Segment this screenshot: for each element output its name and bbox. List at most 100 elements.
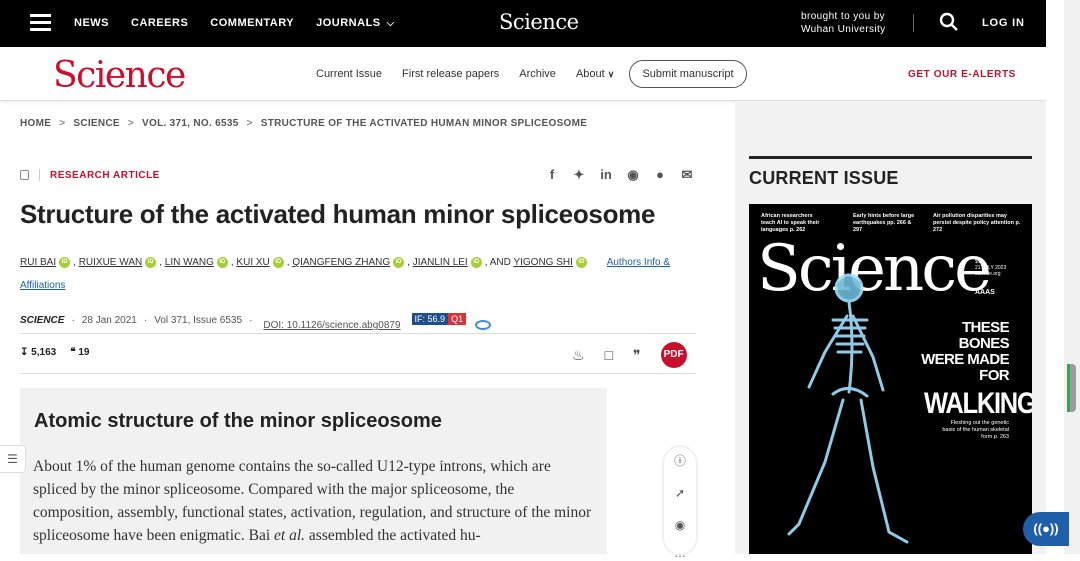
facebook-icon[interactable]: f: [545, 167, 559, 183]
journal-name: SCIENCE: [20, 315, 65, 326]
author-link[interactable]: RUIXUE WAN: [79, 257, 143, 268]
breadcrumb-home[interactable]: HOME: [20, 118, 51, 129]
login-link[interactable]: LOG IN: [982, 17, 1025, 29]
divider: [913, 14, 914, 32]
breadcrumb-article: STRUCTURE OF THE ACTIVATED HUMAN MINOR S…: [260, 118, 588, 129]
breadcrumb: HOME > SCIENCE > VOL. 371, NO. 6535 > STRUC…: [20, 118, 587, 129]
orcid-icon[interactable]: iD: [145, 256, 157, 268]
structured-abstract: Atomic structure of the minor spliceosom…: [20, 388, 607, 554]
brought-line2: Wuhan University: [801, 24, 886, 35]
menu-icon[interactable]: [30, 14, 51, 32]
top-navigation-bar: NEWS CAREERS COMMENTARY JOURNALS ⌵ Scienc…: [0, 0, 1064, 47]
current-issue-heading: CURRENT ISSUE: [749, 168, 899, 188]
search-icon[interactable]: [939, 12, 959, 32]
article-tools: ⓘ ➚ ◉ …: [664, 447, 696, 560]
table-of-contents-icon[interactable]: ☰: [0, 445, 26, 473]
breadcrumb-science[interactable]: SCIENCE: [73, 118, 120, 129]
orcid-icon[interactable]: iD: [272, 256, 284, 268]
author-link[interactable]: KUI XU: [236, 257, 269, 268]
meta-dot: ·: [143, 315, 148, 326]
current-issue-cover[interactable]: African researchers teach AI to speak th…: [749, 204, 1032, 554]
eye-icon[interactable]: ◉: [672, 517, 688, 533]
publication-date: 28 Jan 2021: [81, 315, 137, 326]
affiliations-link[interactable]: Authors Info &: [607, 257, 670, 268]
more-icon[interactable]: …: [672, 545, 688, 561]
scroll-indicator: [1067, 364, 1070, 412]
reddit-icon[interactable]: ◉: [626, 167, 640, 183]
cover-headline-text: Air pollution disparities may persist de…: [933, 213, 1014, 226]
orcid-icon[interactable]: iD: [470, 256, 482, 268]
extension-icon[interactable]: [475, 319, 492, 330]
affiliations-link-cont[interactable]: Affiliations: [20, 280, 65, 291]
nav-careers[interactable]: CAREERS: [131, 17, 188, 29]
nav-news[interactable]: NEWS: [74, 17, 109, 29]
cover-caption-page: p. 263: [993, 434, 1009, 440]
cite-icon[interactable]: ❞: [633, 347, 641, 364]
article-type: RESEARCH ARTICLE: [50, 169, 160, 181]
meta-dot: ·: [249, 315, 253, 326]
author-link[interactable]: JIANLIN LEI: [413, 257, 468, 268]
cover-caption: Fleshing out the genetic basis of the hu…: [939, 420, 1009, 441]
scrollbar[interactable]: [1064, 0, 1080, 554]
orcid-icon[interactable]: iD: [575, 256, 587, 268]
nav-first-release[interactable]: First release papers: [402, 68, 499, 80]
orcid-icon[interactable]: iD: [393, 256, 405, 268]
top-logo[interactable]: Science: [499, 10, 579, 34]
nav-about[interactable]: About ∨: [576, 68, 614, 80]
abstract-text: About 1% of the human genome contains th…: [33, 455, 593, 547]
abstract-text-em: et al.: [274, 527, 306, 544]
e-alerts-link[interactable]: GET OUR E-ALERTS: [908, 69, 1016, 80]
chevron-down-icon: ∨: [607, 69, 615, 79]
info-icon[interactable]: ⓘ: [672, 453, 688, 469]
pdf-icon[interactable]: PDF: [660, 342, 687, 368]
cover-headline: African researchers teach AI to speak th…: [761, 213, 827, 234]
wechat-icon[interactable]: ●: [653, 167, 667, 183]
brought-line1: brought to you by: [801, 11, 886, 22]
listen-audio-icon[interactable]: ((●)): [1023, 512, 1069, 546]
cover-issue-info: $15 21 JULY 2023 science.org: [975, 259, 1006, 277]
nav-archive[interactable]: Archive: [519, 68, 556, 80]
author-link[interactable]: LIN WANG: [165, 257, 214, 268]
issue-info[interactable]: Vol 371, Issue 6535: [154, 315, 242, 326]
article-actions: ♨ □ ❞ PDF: [572, 342, 687, 368]
article-stats: ↧ 5,163 ❝ 19: [20, 347, 90, 358]
linkedin-icon[interactable]: in: [599, 167, 613, 183]
bookmark-icon[interactable]: □: [605, 347, 613, 363]
author-conjunction: , AND: [484, 257, 511, 268]
cover-site: science.org: [975, 271, 1001, 277]
science-logo[interactable]: Science: [53, 55, 186, 96]
share-bar: f ✦ in ◉ ● ✉: [545, 167, 694, 183]
orcid-icon[interactable]: iD: [59, 256, 71, 268]
breadcrumb-separator: >: [127, 118, 135, 129]
nav-journals[interactable]: JOURNALS ⌵: [316, 17, 395, 29]
orcid-icon[interactable]: iD: [216, 256, 228, 268]
metrics-icon[interactable]: ➚: [672, 485, 688, 501]
email-icon[interactable]: ✉: [680, 167, 694, 183]
submit-manuscript-button[interactable]: Submit manuscript: [629, 60, 747, 88]
breadcrumb-volume[interactable]: VOL. 371, NO. 6535: [142, 118, 239, 129]
cover-line: THESE BONES WERE MADE FOR: [921, 319, 1010, 384]
cover-headline-big: WALKING: [924, 387, 1032, 420]
lock-icon: [20, 170, 29, 180]
impact-factor-badge[interactable]: IF: 56.9 Q1: [411, 312, 467, 325]
author-list: RUI BAI iD, RUIXUE WAN iD, LIN WANG iD, KUI…: [20, 256, 671, 291]
twitter-icon[interactable]: ✦: [572, 167, 586, 183]
author-link[interactable]: QIANGFENG ZHANG: [292, 257, 390, 268]
meta-dot: ·: [71, 315, 75, 326]
author-link[interactable]: RUI BAI: [20, 257, 56, 268]
institution-access: brought to you by Wuhan University: [801, 10, 886, 36]
cover-headline: Early hints before large earthquakes pp.…: [853, 213, 915, 234]
doi-link[interactable]: DOI: 10.1126/science.abg0879: [263, 320, 400, 331]
nav-current-issue[interactable]: Current Issue: [316, 68, 382, 80]
skeleton-illustration: [787, 273, 909, 544]
quote-icon: ❝: [70, 347, 76, 358]
author-link[interactable]: YIGONG SHI: [513, 257, 572, 268]
nav-commentary[interactable]: COMMENTARY: [210, 17, 294, 29]
abstract-text-b: assembled the activated hu-: [305, 527, 481, 544]
impact-factor: IF: 56.9: [411, 312, 449, 325]
bell-icon[interactable]: ♨: [572, 347, 585, 364]
divider: [749, 156, 1032, 159]
downloads-stat: ↧ 5,163: [20, 347, 56, 358]
cover-publisher: AAAS: [975, 289, 995, 296]
abstract-heading: Atomic structure of the minor spliceosom…: [34, 410, 442, 432]
